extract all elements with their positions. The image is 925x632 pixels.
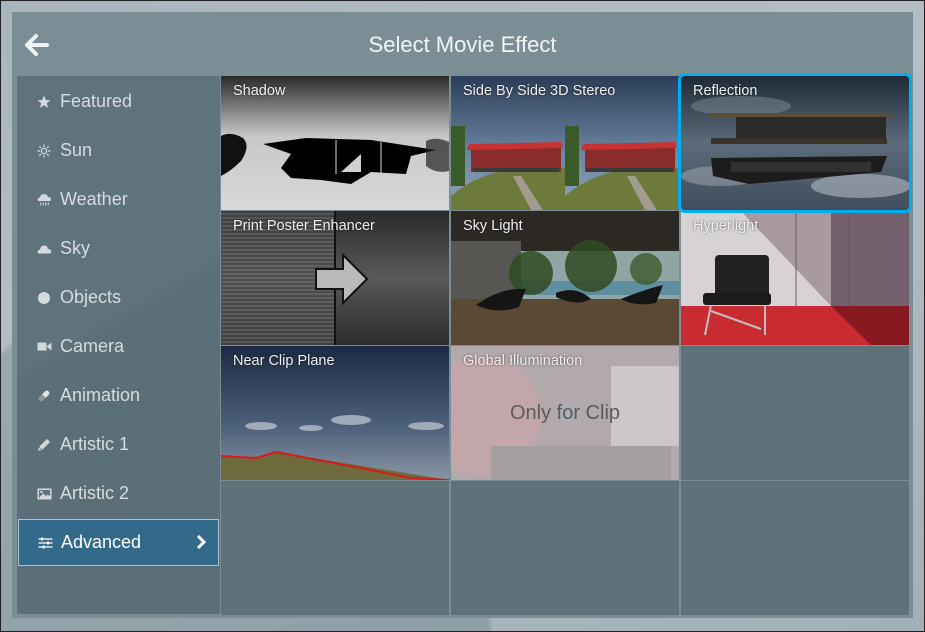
effect-label: Shadow [233,83,286,99]
effect-label: Near Clip Plane [233,353,335,369]
pencil-icon [36,437,52,453]
sidebar-item-label: Advanced [61,532,142,552]
sidebar-item-label: Animation [60,385,141,405]
sidebar-item-label: Sky [60,238,91,258]
sidebar-item-camera[interactable]: Camera [18,323,219,370]
star-icon [36,94,52,110]
effect-tile-hyperlight[interactable]: Hyperlight [681,211,909,345]
empty-tile [681,346,909,480]
chevron-right-icon [196,534,207,555]
effect-tile-reflection[interactable]: Reflection [678,73,912,213]
sidebar-item-objects[interactable]: Objects [18,274,219,321]
sidebar-item-featured[interactable]: Featured [18,78,219,125]
sliders-icon [37,535,53,551]
effect-label: Reflection [693,83,758,99]
sidebar-item-label: Weather [60,189,128,209]
sidebar-item-sky[interactable]: Sky [18,225,219,272]
empty-tile [681,481,909,615]
empty-tile [451,481,679,615]
category-sidebar: Featured Sun Weather Sky Objects Camera … [17,76,220,614]
dialog-title: Select Movie Effect [368,32,557,57]
effect-label: Global Illumination [463,353,583,369]
video-camera-icon [36,339,52,355]
sidebar-item-label: Objects [60,287,122,307]
effect-tile-sky-light[interactable]: Sky Light [451,211,679,345]
sidebar-item-sun[interactable]: Sun [18,127,219,174]
circle-icon [36,290,52,306]
sidebar-item-label: Artistic 1 [60,434,130,454]
picture-icon [36,486,52,502]
effect-label: Side By Side 3D Stereo [463,83,616,99]
effect-tile-shadow[interactable]: Shadow [221,76,449,210]
sun-icon [36,143,52,159]
empty-tile [221,481,449,615]
sidebar-item-advanced[interactable]: Advanced [18,519,219,566]
effect-label: Hyperlight [693,218,759,234]
sidebar-item-label: Camera [60,336,125,356]
rain-cloud-icon [36,192,52,208]
sidebar-item-animation[interactable]: Animation [18,372,219,419]
effect-label: Sky Light [463,218,523,234]
effect-tile-near-clip-plane[interactable]: Near Clip Plane [221,346,449,480]
effect-label: Print Poster Enhancer [233,218,375,234]
only-for-clip-notice: Only for Clip [509,402,621,424]
effect-tile-print-poster-enhancer[interactable]: Print Poster Enhancer [221,211,449,345]
pill-icon [36,388,52,404]
sidebar-item-artistic-2[interactable]: Artistic 2 [18,470,219,517]
effect-tile-global-illumination: Global Illumination Only for Clip [451,346,679,480]
sidebar-item-weather[interactable]: Weather [18,176,219,223]
effects-grid: Shadow Side By Side 3D Stereo Reflection… [221,73,912,615]
select-movie-effect-dialog: Select Movie Effect Featured Sun Weather… [12,12,913,618]
sidebar-item-label: Artistic 2 [60,483,130,503]
sidebar-item-artistic-1[interactable]: Artistic 1 [18,421,219,468]
sidebar-item-label: Sun [60,140,93,160]
sidebar-item-label: Featured [60,91,133,111]
cloud-icon [36,241,52,257]
effect-tile-side-by-side-3d-stereo[interactable]: Side By Side 3D Stereo [451,76,679,210]
dialog-header: Select Movie Effect [12,12,913,76]
